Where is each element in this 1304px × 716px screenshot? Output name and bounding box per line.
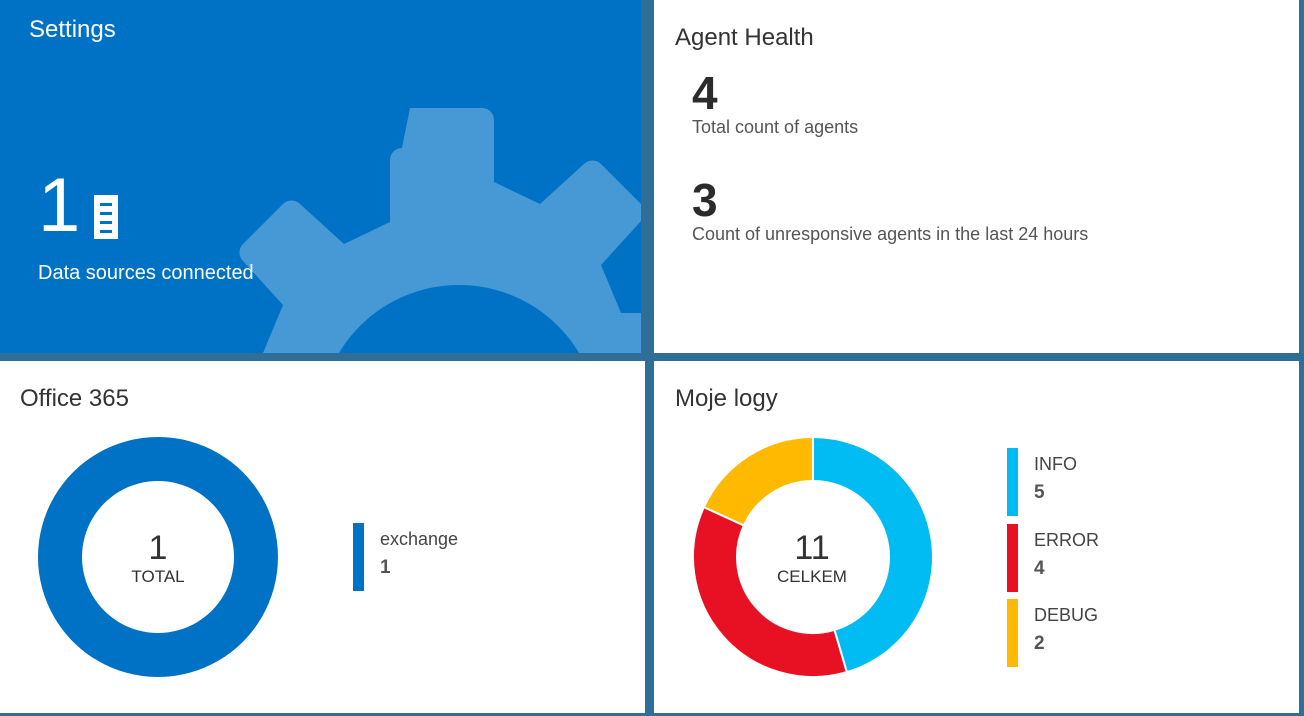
donut-center: 11 CELKEM [737,531,887,587]
legend-name: ERROR [1034,530,1100,550]
legend-swatch [1007,448,1018,516]
data-source-label: Data sources connected [38,262,254,284]
donut-total-value: 1 [148,529,168,567]
total-agents-label: Total count of agents [692,117,859,137]
donut-slice-debug[interactable] [702,436,814,527]
legend-swatch [353,523,364,591]
settings-tile[interactable]: Settings 1 Data sources connected [0,0,641,353]
legend-value: 1 [380,557,391,578]
donut-center: 1 TOTAL [83,531,233,587]
donut-total-value: 11 [794,529,830,567]
tile-title: Agent Health [675,24,814,51]
total-agents-count: 4 [692,67,718,119]
tile-title: Settings [29,16,116,43]
tile-title: Moje logy [675,385,778,412]
legend-swatch [1007,524,1018,592]
logs-tile[interactable]: Moje logy 11 CELKEM INFO 5 ERROR 4 DEBUG… [654,361,1299,713]
legend-name: INFO [1034,454,1077,474]
legend-value: 4 [1034,558,1045,579]
agent-health-tile[interactable]: Agent Health 4 Total count of agents 3 C… [654,0,1299,353]
donut-total-label: TOTAL [131,567,185,586]
legend-name: DEBUG [1034,605,1099,625]
legend-swatch [1007,599,1018,667]
server-icon [94,195,118,239]
donut-total-label: CELKEM [777,567,847,586]
unresponsive-agents-count: 3 [692,174,718,226]
tile-title: Office 365 [20,385,129,412]
legend-value: 5 [1034,482,1045,503]
office365-tile[interactable]: Office 365 1 TOTAL exchange 1 [0,361,645,713]
legend-name: exchange [380,529,459,549]
unresponsive-agents-label: Count of unresponsive agents in the last… [692,224,1089,244]
data-source-count: 1 [38,163,81,248]
gear-icon [201,108,641,353]
legend-value: 2 [1034,633,1045,654]
